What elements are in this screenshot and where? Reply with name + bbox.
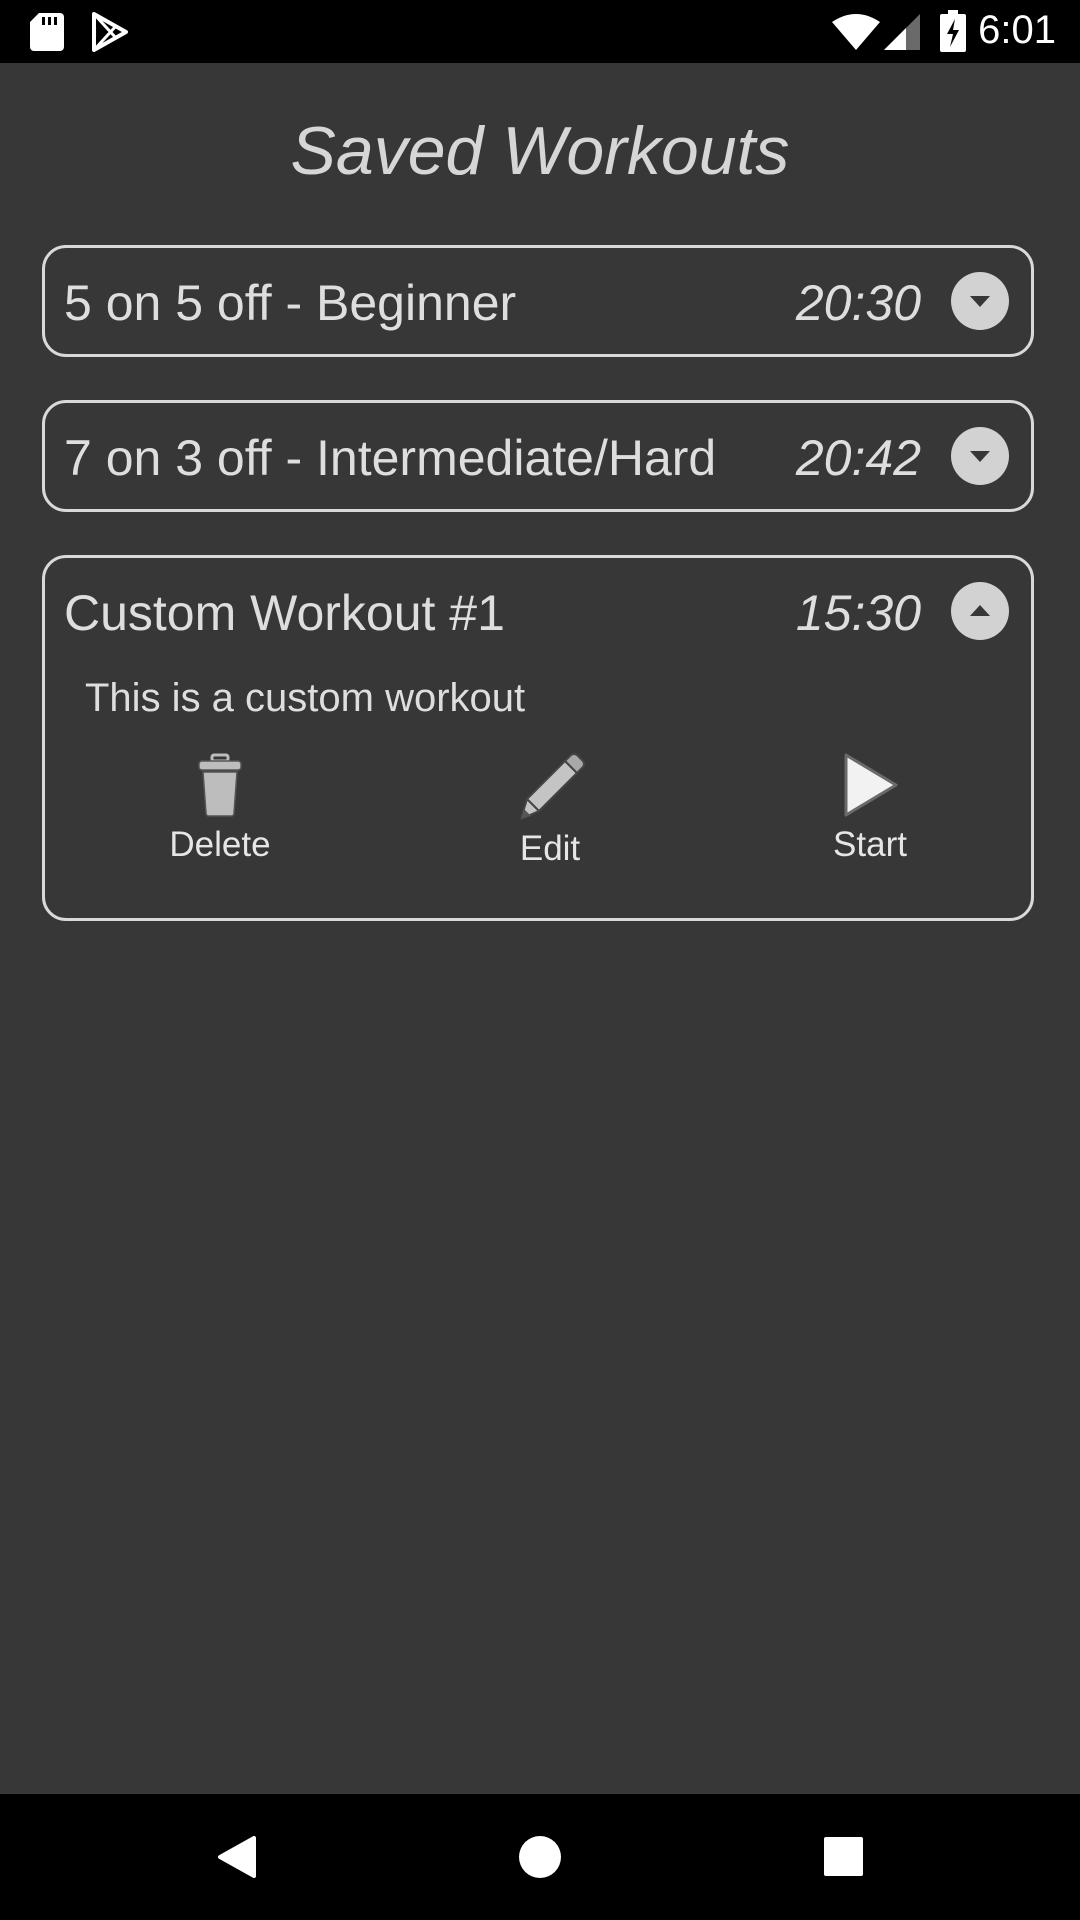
pencil-icon [520, 753, 585, 820]
workout-name: Custom Workout #1 [64, 585, 505, 641]
chevron-down-icon [970, 451, 990, 462]
page-title: Saved Workouts [290, 113, 790, 189]
collapse-button[interactable] [951, 582, 1009, 640]
expand-button[interactable] [951, 427, 1009, 485]
workout-name: 7 on 3 off - Intermediate/Hard [64, 430, 717, 486]
play-store-icon [92, 12, 128, 52]
recents-icon [824, 1837, 863, 1876]
sd-card-icon [30, 13, 64, 51]
play-icon [844, 753, 898, 817]
status-bar: 6:01 [0, 0, 1080, 63]
signal-icon [884, 14, 920, 50]
workout-card-expanded[interactable]: Custom Workout #1 15:30 This is a custom… [42, 555, 1034, 921]
back-icon [218, 1836, 256, 1878]
home-icon [519, 1836, 561, 1878]
battery-icon [940, 10, 966, 52]
delete-button[interactable]: Delete [120, 753, 320, 865]
back-button[interactable] [172, 1794, 298, 1920]
expand-button[interactable] [951, 272, 1009, 330]
workout-duration: 20:42 [795, 430, 921, 486]
chevron-down-icon [970, 296, 990, 307]
start-button[interactable]: Start [770, 753, 970, 865]
workout-name: 5 on 5 off - Beginner [64, 275, 517, 331]
workout-card[interactable]: 5 on 5 off - Beginner 20:30 [42, 245, 1034, 357]
trash-icon [198, 753, 242, 817]
delete-label: Delete [169, 825, 271, 864]
edit-label: Edit [519, 829, 581, 868]
workout-duration: 15:30 [795, 585, 921, 641]
workout-card[interactable]: 7 on 3 off - Intermediate/Hard 20:42 [42, 400, 1034, 512]
clock: 6:01 [978, 8, 1056, 52]
home-button[interactable] [477, 1794, 603, 1920]
navigation-bar [0, 1794, 1080, 1920]
wifi-icon [832, 14, 880, 50]
edit-button[interactable]: Edit [450, 753, 650, 869]
recents-button[interactable] [781, 1794, 907, 1920]
workout-duration: 20:30 [795, 275, 921, 331]
chevron-up-icon [970, 605, 990, 616]
workout-description: This is a custom workout [85, 676, 526, 720]
start-label: Start [833, 825, 907, 864]
